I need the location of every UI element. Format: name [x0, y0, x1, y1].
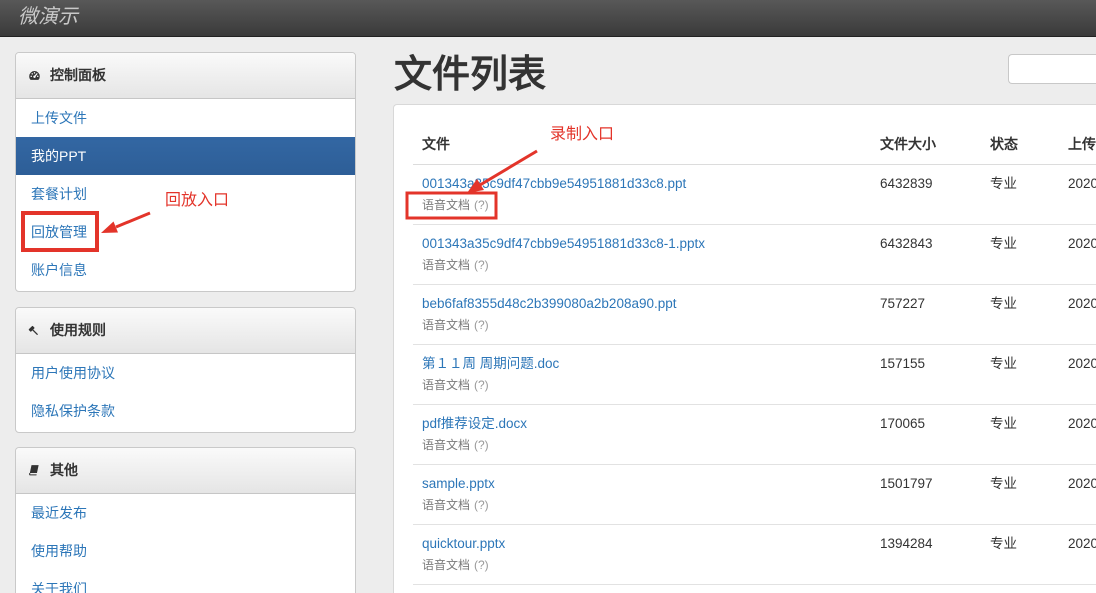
doc-type-label: 语音文档: [422, 558, 471, 572]
help-marker[interactable]: (?): [474, 378, 489, 392]
panel-header-other: 其他: [16, 448, 355, 494]
file-list-panel: 文件 文件大小 状态 上传 001343a35c9df47cbb9e549518…: [393, 104, 1096, 593]
upload-time: 2020: [1068, 476, 1096, 491]
file-size: 757227: [880, 296, 926, 311]
file-cell: quicktour.pptx 语音文档 (?): [413, 525, 871, 584]
sidebar-item-privacy-policy[interactable]: 隐私保护条款: [16, 392, 355, 430]
upload-time: 2020: [1068, 536, 1096, 551]
sidebar-item-user-agreement[interactable]: 用户使用协议: [16, 354, 355, 392]
upload-time: 2020: [1068, 236, 1096, 251]
sidebar-item-my-ppt[interactable]: 我的PPT: [16, 137, 355, 175]
doc-type-label: 语音文档: [422, 198, 471, 212]
table-body: 001343a35c9df47cbb9e54951881d33c8.ppt 语音文…: [413, 165, 1096, 585]
file-meta: 语音文档 (?): [422, 374, 871, 396]
help-marker[interactable]: (?): [474, 438, 489, 452]
table-row: beb6faf8355d48c2b399080a2b208a90.ppt 语音文档…: [413, 285, 1096, 345]
file-name-link[interactable]: 第１１周 周期问题.doc: [422, 354, 871, 374]
panel-header-control: 控制面板: [16, 53, 355, 99]
file-size: 1501797: [880, 476, 933, 491]
sidebar-item-about-us[interactable]: 关于我们: [16, 570, 355, 593]
doc-type-label: 语音文档: [422, 438, 471, 452]
table-header: 文件 文件大小 状态 上传: [413, 125, 1096, 165]
file-meta: 语音文档 (?): [422, 314, 871, 336]
file-size: 157155: [880, 356, 926, 371]
table-row: 001343a35c9df47cbb9e54951881d33c8.ppt 语音文…: [413, 165, 1096, 225]
file-size: 6432839: [880, 176, 933, 191]
file-name-link[interactable]: beb6faf8355d48c2b399080a2b208a90.ppt: [422, 294, 871, 314]
doc-type-label: 语音文档: [422, 258, 471, 272]
file-name-link[interactable]: 001343a35c9df47cbb9e54951881d33c8.ppt: [422, 174, 871, 194]
table-row: sample.pptx 语音文档 (?) 1501797 专业 2020: [413, 465, 1096, 525]
column-header-file: 文件: [422, 136, 450, 152]
table-row: pdf推荐设定.docx 语音文档 (?) 170065 专业 2020: [413, 405, 1096, 465]
sidebar-panel-other: 其他 最近发布 使用帮助 关于我们: [15, 447, 356, 593]
annotation-label-playback: 回放入口: [165, 190, 230, 209]
file-meta: 语音文档 (?): [422, 554, 871, 576]
table-row: quicktour.pptx 语音文档 (?) 1394284 专业 2020: [413, 525, 1096, 585]
upload-time: 2020: [1068, 296, 1096, 311]
table-row: 第１１周 周期问题.doc 语音文档 (?) 157155 专业 2020: [413, 345, 1096, 405]
panel-title-rules: 使用规则: [50, 322, 106, 338]
file-size: 1394284: [880, 536, 933, 551]
sidebar-item-upload-file[interactable]: 上传文件: [16, 99, 355, 137]
file-meta: 语音文档 (?): [422, 494, 871, 516]
file-status: 专业: [990, 236, 1017, 251]
file-meta: 语音文档 (?): [422, 194, 871, 216]
file-meta: 语音文档 (?): [422, 254, 871, 276]
upload-time: 2020: [1068, 176, 1096, 191]
file-status: 专业: [990, 536, 1017, 551]
help-marker[interactable]: (?): [474, 198, 489, 212]
file-cell: 001343a35c9df47cbb9e54951881d33c8.ppt 语音文…: [413, 165, 871, 224]
app-window: 微演示 控制面板 上传文件 我的PPT 套餐计划 回放管理 账户信息 使用规则 …: [0, 0, 1096, 593]
file-table: 文件 文件大小 状态 上传 001343a35c9df47cbb9e549518…: [413, 125, 1096, 585]
sidebar-item-playback-management[interactable]: 回放管理: [16, 213, 355, 251]
top-navbar: 微演示: [0, 0, 1096, 37]
file-cell: 第１１周 周期问题.doc 语音文档 (?): [413, 345, 871, 404]
file-cell: 001343a35c9df47cbb9e54951881d33c8-1.pptx…: [413, 225, 871, 284]
doc-type-label: 语音文档: [422, 498, 471, 512]
file-name-link[interactable]: pdf推荐设定.docx: [422, 414, 871, 434]
panel-title-control: 控制面板: [50, 67, 106, 83]
file-size: 6432843: [880, 236, 933, 251]
help-marker[interactable]: (?): [474, 558, 489, 572]
upload-time: 2020: [1068, 416, 1096, 431]
column-header-size: 文件大小: [880, 136, 936, 152]
gavel-icon: [28, 324, 41, 337]
sidebar-item-account-info[interactable]: 账户信息: [16, 251, 355, 289]
upload-time: 2020: [1068, 356, 1096, 371]
help-marker[interactable]: (?): [474, 498, 489, 512]
file-name-link[interactable]: sample.pptx: [422, 474, 871, 494]
sidebar-panel-rules: 使用规则 用户使用协议 隐私保护条款: [15, 307, 356, 433]
file-status: 专业: [990, 476, 1017, 491]
annotation-label-record: 录制入口: [550, 124, 615, 143]
doc-type-label: 语音文档: [422, 378, 471, 392]
file-meta: 语音文档 (?): [422, 434, 871, 456]
page-title: 文件列表: [394, 54, 547, 96]
sidebar-panel-control: 控制面板 上传文件 我的PPT 套餐计划 回放管理 账户信息: [15, 52, 356, 292]
book-icon: [28, 464, 41, 477]
file-status: 专业: [990, 176, 1017, 191]
file-status: 专业: [990, 416, 1017, 431]
file-cell: pdf推荐设定.docx 语音文档 (?): [413, 405, 871, 464]
file-size: 170065: [880, 416, 926, 431]
panel-header-rules: 使用规则: [16, 308, 355, 354]
file-status: 专业: [990, 296, 1017, 311]
search-input[interactable]: [1008, 54, 1096, 84]
column-header-status: 状态: [990, 136, 1018, 152]
sidebar-item-recent-releases[interactable]: 最近发布: [16, 494, 355, 532]
column-header-uploaded: 上传: [1068, 136, 1096, 152]
file-cell: sample.pptx 语音文档 (?): [413, 465, 871, 524]
dashboard-icon: [28, 69, 41, 82]
file-name-link[interactable]: quicktour.pptx: [422, 534, 871, 554]
doc-type-label: 语音文档: [422, 318, 471, 332]
app-logo[interactable]: 微演示: [18, 3, 78, 29]
file-name-link[interactable]: 001343a35c9df47cbb9e54951881d33c8-1.pptx: [422, 234, 871, 254]
file-status: 专业: [990, 356, 1017, 371]
table-row: 001343a35c9df47cbb9e54951881d33c8-1.pptx…: [413, 225, 1096, 285]
file-cell: beb6faf8355d48c2b399080a2b208a90.ppt 语音文档…: [413, 285, 871, 344]
help-marker[interactable]: (?): [474, 258, 489, 272]
panel-title-other: 其他: [50, 462, 78, 478]
help-marker[interactable]: (?): [474, 318, 489, 332]
sidebar-item-help[interactable]: 使用帮助: [16, 532, 355, 570]
